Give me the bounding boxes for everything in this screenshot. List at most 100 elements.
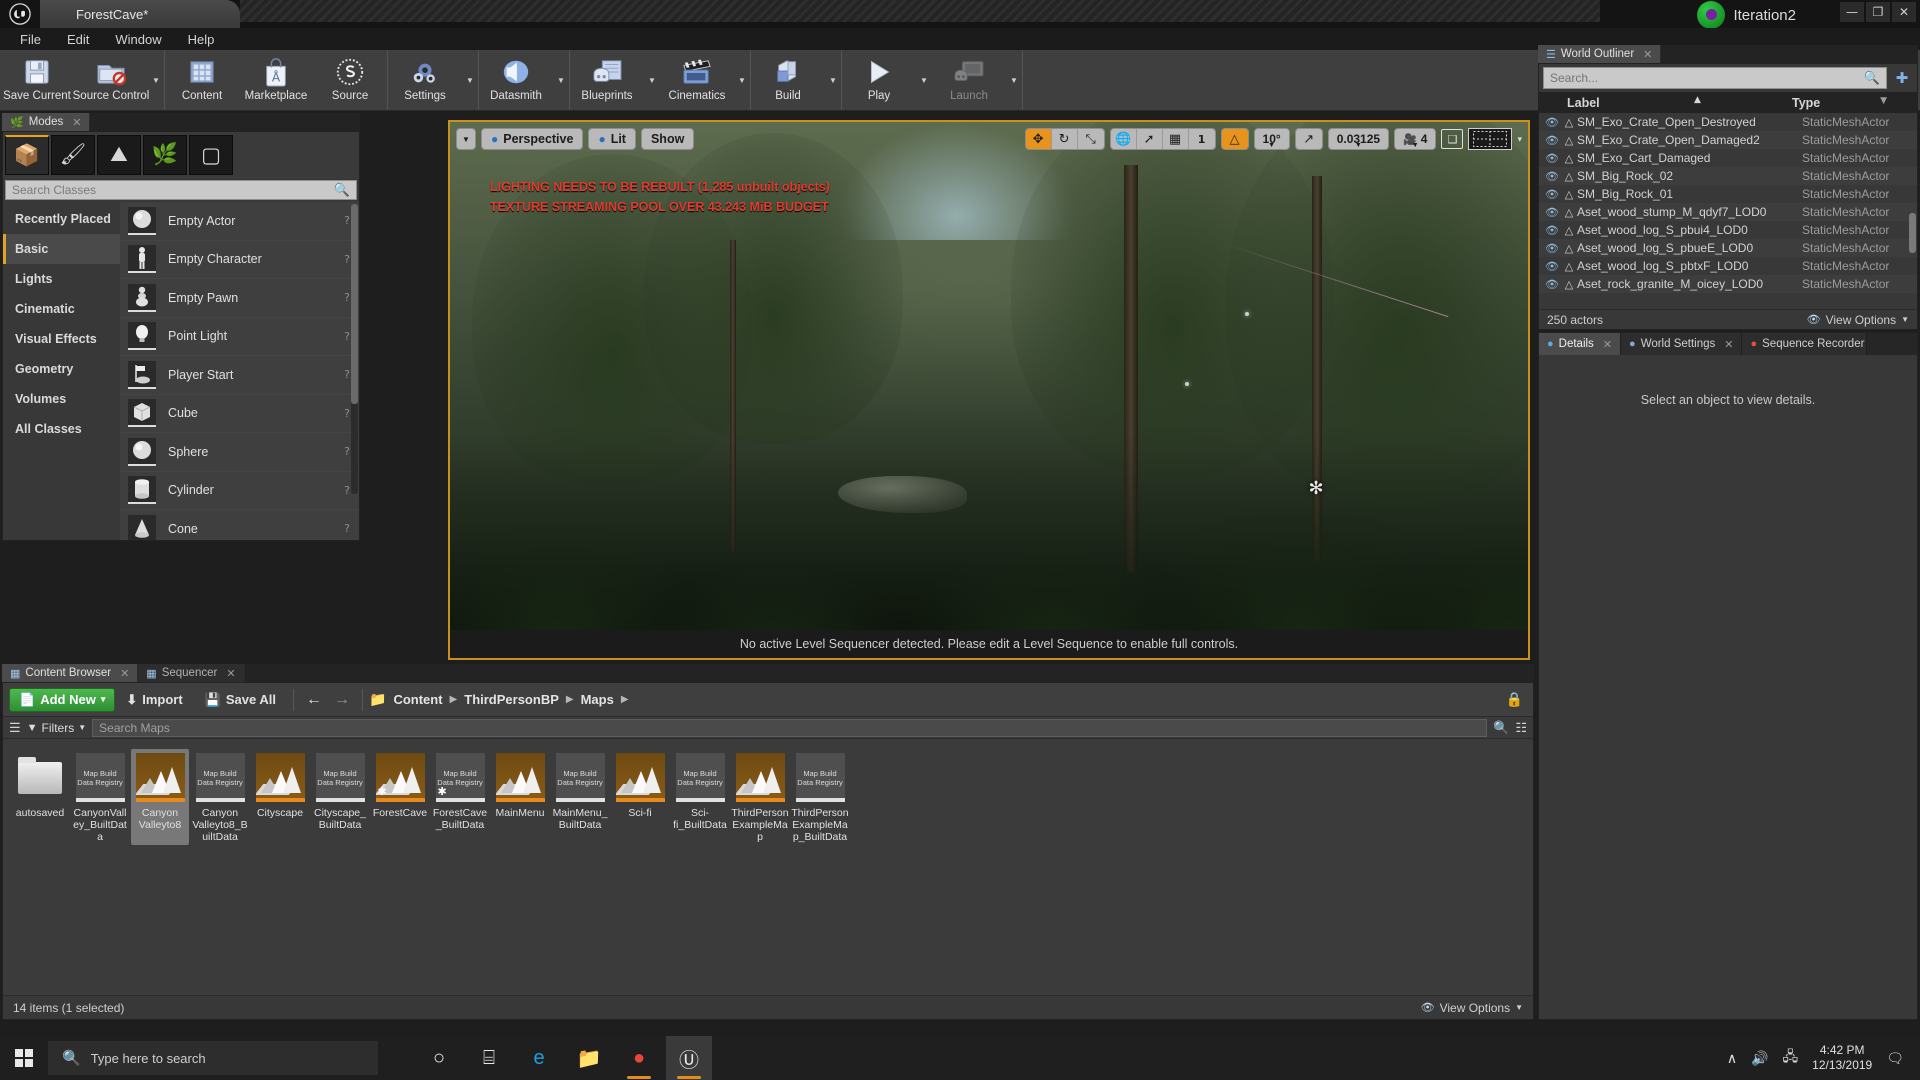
viewport-show-button[interactable]: Show <box>640 128 695 150</box>
modes-item-empty-character[interactable]: Empty Character? <box>120 241 359 279</box>
asset-tile[interactable]: Canyon Valleyto8 <box>131 749 189 845</box>
toolbar-button-blueprints[interactable]: Blueprints <box>570 50 644 110</box>
modes-item-point-light[interactable]: Point Light? <box>120 318 359 356</box>
toolbar-button-cinematics[interactable]: Cinematics <box>660 50 734 110</box>
notification-icon[interactable]: 🗨 <box>1886 1050 1904 1067</box>
content-search-box[interactable]: Search Maps <box>92 718 1488 737</box>
chevron-down-icon[interactable]: ▼ <box>734 50 750 110</box>
modes-category-basic[interactable]: Basic <box>3 234 120 264</box>
modes-scrollbar[interactable] <box>351 204 358 494</box>
asset-tile[interactable]: Sci-fi <box>611 749 669 845</box>
modes-category-geometry[interactable]: Geometry <box>3 354 120 384</box>
network-icon[interactable]: 🖧 <box>1783 1046 1799 1070</box>
outliner-search-box[interactable]: 🔍 <box>1543 67 1887 89</box>
maximize-button[interactable]: ❐ <box>1866 2 1890 22</box>
asset-tile[interactable]: Map Build Data Registry ThirdPersonExampl… <box>791 749 849 845</box>
world-coordinate-toggle[interactable]: 🌐 <box>1110 129 1137 149</box>
nav-back-button[interactable]: ← <box>300 688 328 712</box>
chevron-down-icon[interactable]: ▼ <box>916 50 932 110</box>
import-button[interactable]: ⬇ Import <box>115 688 193 712</box>
outliner-row[interactable]: 👁 △ SM_Exo_Crate_Open_Destroyed StaticMeshA… <box>1539 113 1917 131</box>
minimize-button[interactable]: — <box>1840 2 1864 22</box>
eye-icon[interactable]: 👁 <box>1543 116 1561 129</box>
lock-icon[interactable]: 🔒 <box>1506 691 1523 708</box>
unreal-engine-icon[interactable]: Ⓤ <box>666 1036 712 1080</box>
modes-category-all-classes[interactable]: All Classes <box>3 414 120 444</box>
chevron-down-icon[interactable]: ▼ <box>825 50 841 110</box>
asset-tile[interactable]: autosaved <box>11 749 69 845</box>
content-view-options[interactable]: 👁 View Options ▼ <box>1421 1001 1523 1015</box>
eye-icon[interactable]: 👁 <box>1543 134 1561 147</box>
viewport-viewmode-button[interactable]: ● Lit <box>588 128 636 150</box>
surface-snapping-toggle[interactable]: ➚ <box>1136 129 1163 149</box>
chevron-down-icon[interactable]: ▼ <box>1006 50 1022 110</box>
close-icon[interactable]: ✕ <box>1603 338 1612 351</box>
eye-icon[interactable]: 👁 <box>1543 170 1561 183</box>
taskbar-clock[interactable]: 4:42 PM 12/13/2019 <box>1812 1043 1872 1073</box>
modes-search-box[interactable]: 🔍 <box>5 180 357 200</box>
chevron-down-icon[interactable]: ▼ <box>462 50 478 110</box>
viewport-layout-caret[interactable]: ▾ <box>1517 134 1522 145</box>
tab-world-outliner[interactable]: ☰ World Outliner ✕ <box>1538 45 1662 63</box>
toolbar-button-build[interactable]: Build <box>751 50 825 110</box>
eye-icon[interactable]: 👁 <box>1543 278 1561 291</box>
asset-tile[interactable]: Map Build Data Registry MainMenu_BuiltDat… <box>551 749 609 845</box>
tab-sequence-recorder[interactable]: ●Sequence Recorder✕ <box>1742 333 1868 355</box>
grid-snap-value[interactable]: 1 <box>1188 129 1215 149</box>
modes-item-empty-pawn[interactable]: Empty Pawn? <box>120 279 359 318</box>
close-icon[interactable]: ✕ <box>1643 48 1652 61</box>
tab-modes[interactable]: 🌿 Modes ✕ <box>2 113 91 131</box>
toolbar-button-settings[interactable]: Settings <box>388 50 462 110</box>
breadcrumb-maps[interactable]: Maps <box>581 692 614 707</box>
chevron-down-icon[interactable]: ▼ <box>553 50 569 110</box>
filters-button[interactable]: ▼ Filters ▼ <box>27 721 86 735</box>
tab-content-browser[interactable]: ▦ Content Browser ✕ <box>2 664 139 682</box>
tab-details[interactable]: ● Details ✕ <box>1539 333 1622 355</box>
modes-category-visual-effects[interactable]: Visual Effects <box>3 324 120 354</box>
viewport-perspective-button[interactable]: ● Perspective <box>481 128 584 150</box>
outliner-row[interactable]: 👁 △ Aset_rock_granite_M_oicey_LOD0 StaticMe… <box>1539 275 1917 293</box>
cortana-icon[interactable]: ○ <box>416 1036 462 1080</box>
modes-category-lights[interactable]: Lights <box>3 264 120 294</box>
task-view-icon[interactable]: ⌸ <box>466 1036 512 1080</box>
file-explorer-icon[interactable]: 📁 <box>566 1036 612 1080</box>
menu-item-help[interactable]: Help <box>176 30 227 49</box>
taskbar-search-box[interactable]: 🔍 Type here to search <box>48 1041 378 1075</box>
edge-icon[interactable]: e <box>516 1036 562 1080</box>
nav-forward-button[interactable]: → <box>328 688 356 712</box>
asset-tile[interactable]: Map Build Data Registry Sci-fi_BuiltData <box>671 749 729 845</box>
modes-item-sphere[interactable]: Sphere? <box>120 433 359 472</box>
outliner-row[interactable]: 👁 △ Aset_wood_stump_M_qdyf7_LOD0 StaticMesh… <box>1539 203 1917 221</box>
tray-chevron-icon[interactable]: ∧ <box>1727 1050 1737 1067</box>
search-icon[interactable]: 🔍 <box>334 183 350 198</box>
breadcrumb-content[interactable]: Content <box>393 692 442 707</box>
close-icon[interactable]: ✕ <box>120 667 129 680</box>
help-icon[interactable]: ? <box>335 522 359 535</box>
toolbar-button-save-current[interactable]: Save Current <box>0 50 74 110</box>
outliner-row[interactable]: 👁 △ SM_Big_Rock_01 StaticMeshActor <box>1539 185 1917 203</box>
close-icon[interactable]: ✕ <box>1724 338 1733 351</box>
outliner-row[interactable]: 👁 △ Aset_wood_log_S_pbueE_LOD0 StaticMeshAc… <box>1539 239 1917 257</box>
tab-world-settings[interactable]: ● World Settings ✕ <box>1621 333 1743 355</box>
rotate-gizmo[interactable]: ↻ <box>1051 129 1078 149</box>
outliner-row[interactable]: 👁 △ Aset_wood_log_S_pbui4_LOD0 StaticMeshAc… <box>1539 221 1917 239</box>
place-mode[interactable]: 📦 <box>5 135 49 175</box>
angle-snap-value[interactable]: 10° ▼ <box>1253 128 1290 150</box>
iteration-badge[interactable]: Iteration2 <box>1691 0 1810 30</box>
eye-icon[interactable]: 👁 <box>1543 152 1561 165</box>
asset-tile[interactable]: Map Build Data Registry Cityscape_BuiltDa… <box>311 749 369 845</box>
modes-category-recently-placed[interactable]: Recently Placed <box>3 204 120 234</box>
asset-tile[interactable]: ✱ ForestCave <box>371 749 429 845</box>
menu-item-window[interactable]: Window <box>103 30 173 49</box>
close-button[interactable]: ✕ <box>1892 2 1916 22</box>
grid-snap-toggle[interactable]: ▦ <box>1162 129 1189 149</box>
camera-speed-control[interactable]: 🎥 4 ▼ <box>1394 128 1437 150</box>
chrome-icon[interactable]: ● <box>616 1036 662 1080</box>
eye-icon[interactable]: 👁 <box>1543 260 1561 273</box>
add-item-icon[interactable]: ✚ <box>1891 67 1913 89</box>
modes-category-volumes[interactable]: Volumes <box>3 384 120 414</box>
sources-panel-icon[interactable]: ☰ <box>9 720 21 736</box>
chevron-down-icon[interactable]: ▼ <box>148 50 164 110</box>
asset-tile[interactable]: Map Build Data Registry ✱ ForestCave_Built… <box>431 749 489 845</box>
close-icon[interactable]: ✕ <box>226 667 235 680</box>
